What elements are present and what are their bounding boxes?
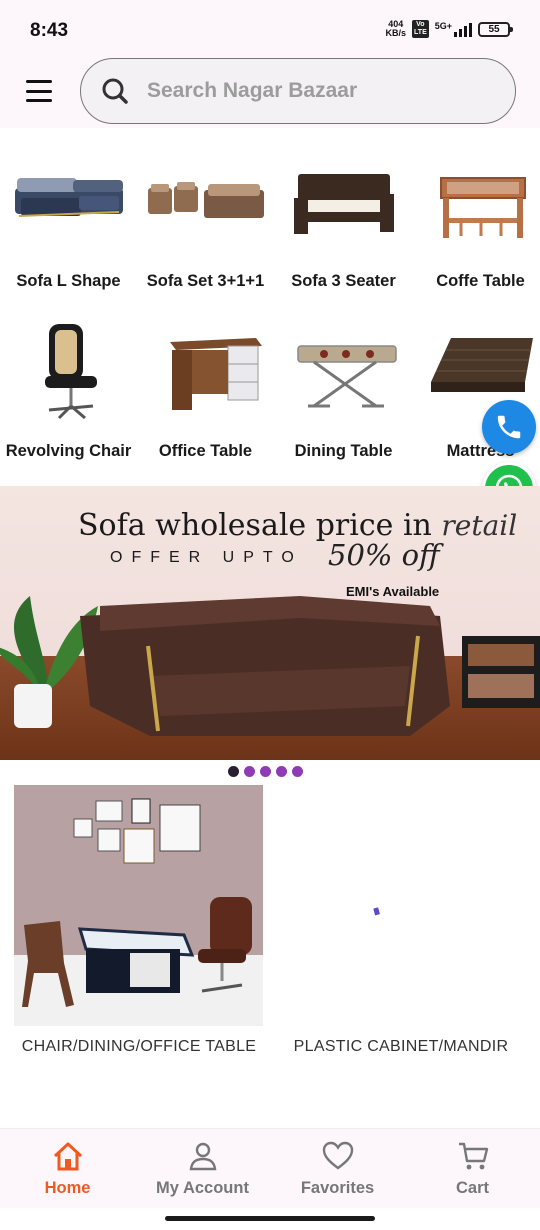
nav-my-account[interactable]: My Account: [135, 1129, 270, 1208]
product-label: PLASTIC CABINET/MANDIR: [293, 1038, 509, 1055]
category-coffee-table[interactable]: Coffe Table: [413, 140, 540, 291]
carousel-dot[interactable]: [276, 766, 287, 777]
carousel-indicator: [228, 766, 303, 777]
category-label: Sofa 3 Seater: [291, 272, 396, 290]
category-sofa-set[interactable]: Sofa Set 3+1+1: [138, 140, 273, 291]
category-office-table[interactable]: Office Table: [138, 310, 273, 461]
sofa-set-image: [147, 182, 264, 218]
network-speed: 404 KB/s: [385, 19, 407, 38]
product-card-plastic-cabinet[interactable]: PLASTIC CABINET/MANDIR: [276, 785, 526, 1056]
category-label: Coffe Table: [436, 272, 525, 290]
carousel-dot[interactable]: [228, 766, 239, 777]
battery-icon: 55: [478, 21, 513, 37]
signal-icon: 5G+: [435, 21, 472, 37]
banner-sofa-image: [0, 596, 540, 736]
nav-label: Home: [44, 1179, 91, 1197]
bottom-navigation: Home My Account Favorites Cart: [0, 1128, 540, 1208]
home-icon: [53, 1142, 82, 1171]
hamburger-menu-icon[interactable]: [26, 80, 52, 102]
search-icon: [102, 78, 128, 104]
carousel-dot[interactable]: [292, 766, 303, 777]
heart-icon: [322, 1141, 353, 1170]
status-bar: 8:43 404 KB/s Vo LTE 5G+ 55: [0, 0, 540, 58]
status-icons: 404 KB/s Vo LTE 5G+ 55: [385, 19, 513, 38]
nav-home[interactable]: Home: [0, 1129, 135, 1208]
carousel-dot[interactable]: [260, 766, 271, 777]
three-seater-sofa-image: [293, 174, 394, 234]
volte-icon: Vo LTE: [412, 20, 429, 38]
banner-title: Sofa wholesale price in retail: [78, 508, 518, 543]
category-label: Dining Table: [294, 442, 393, 460]
category-label: Office Table: [158, 442, 253, 460]
category-dining-table[interactable]: Dining Table: [276, 310, 411, 461]
category-label: Sofa L Shape: [16, 272, 121, 290]
category-label: Revolving Chair: [5, 442, 132, 460]
dining-table-image: [296, 345, 397, 408]
person-icon: [189, 1142, 216, 1171]
nav-cart[interactable]: Cart: [405, 1129, 540, 1208]
nav-label: My Account: [156, 1179, 249, 1197]
l-shape-sofa-image: [14, 178, 123, 217]
coffee-table-image: [439, 177, 526, 238]
nav-label: Cart: [455, 1179, 489, 1197]
carousel-dot[interactable]: [244, 766, 255, 777]
nav-favorites[interactable]: Favorites: [270, 1129, 405, 1208]
banner-percent: 50% off: [328, 538, 440, 572]
app-header: [0, 58, 540, 128]
plastic-cabinet-image: [373, 907, 380, 916]
search-bar[interactable]: [80, 58, 516, 124]
product-label: CHAIR/DINING/OFFICE TABLE: [21, 1038, 257, 1055]
category-sofa-l-shape[interactable]: Sofa L Shape: [1, 140, 136, 291]
chair-dining-table-image: [14, 785, 263, 1026]
phone-icon: [497, 415, 521, 439]
call-button[interactable]: [482, 400, 536, 454]
gesture-handle[interactable]: [165, 1216, 375, 1221]
office-table-image: [169, 338, 262, 410]
category-sofa-3-seater[interactable]: Sofa 3 Seater: [276, 140, 411, 291]
search-input[interactable]: [147, 79, 467, 103]
cart-icon: [458, 1142, 488, 1170]
category-label: Sofa Set 3+1+1: [146, 272, 265, 290]
product-card-chair-dining[interactable]: CHAIR/DINING/OFFICE TABLE: [14, 785, 264, 1056]
banner-offer: OFFER UPTO: [110, 549, 303, 566]
revolving-chair-image: [44, 324, 97, 420]
promo-banner[interactable]: Sofa wholesale price in retail OFFER UPT…: [0, 486, 540, 760]
status-time: 8:43: [30, 20, 69, 41]
category-revolving-chair[interactable]: Revolving Chair: [1, 310, 136, 461]
nav-label: Favorites: [300, 1179, 375, 1197]
